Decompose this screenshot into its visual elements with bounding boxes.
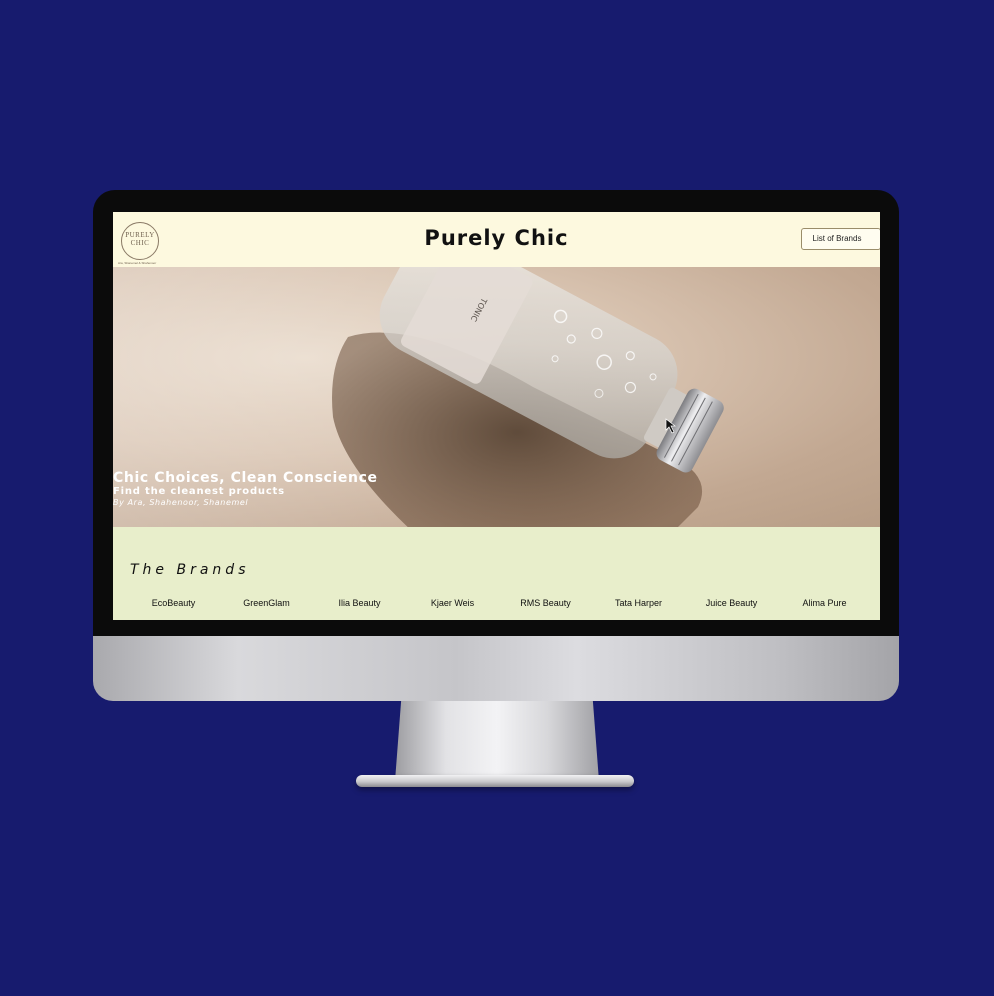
logo-tagline: Ara, Shanemel & Shahenoor [118,261,157,265]
brand-item-greenglam[interactable]: GreenGlam [220,598,313,608]
brands-heading: The Brands [130,562,250,578]
brand-list: EcoBeauty GreenGlam Ilia Beauty Kjaer We… [127,598,871,608]
brand-item-juice-beauty[interactable]: Juice Beauty [685,598,778,608]
hero-banner: TONIC Chic Choices, Clean Conscience Fin… [113,267,880,527]
hero-subheading: Find the cleanest products [113,486,285,497]
site-header: PURELY CHIC Ara, Shanemel & Shahenoor Pu… [113,212,880,267]
brand-item-ilia-beauty[interactable]: Ilia Beauty [313,598,406,608]
brands-section: The Brands EcoBeauty GreenGlam Ilia Beau… [113,527,880,620]
monitor-stand [395,701,599,781]
brand-item-alima-pure[interactable]: Alima Pure [778,598,871,608]
brand-item-kjaer-weis[interactable]: Kjaer Weis [406,598,499,608]
brand-item-tata-harper[interactable]: Tata Harper [592,598,685,608]
list-of-brands-button[interactable]: List of Brands [801,228,880,250]
brand-item-ecobeauty[interactable]: EcoBeauty [127,598,220,608]
hero-heading: Chic Choices, Clean Conscience [113,470,378,486]
site-title: Purely Chic [424,226,569,250]
website-screen: PURELY CHIC Ara, Shanemel & Shahenoor Pu… [113,212,880,620]
monitor-stand-base [356,775,634,787]
hero-authors: By Ara, Shahenoor, Shanemel [113,498,249,507]
hero-text-block: Chic Choices, Clean Conscience Find the … [113,470,378,508]
monitor-chin [93,636,899,701]
brand-item-rms-beauty[interactable]: RMS Beauty [499,598,592,608]
